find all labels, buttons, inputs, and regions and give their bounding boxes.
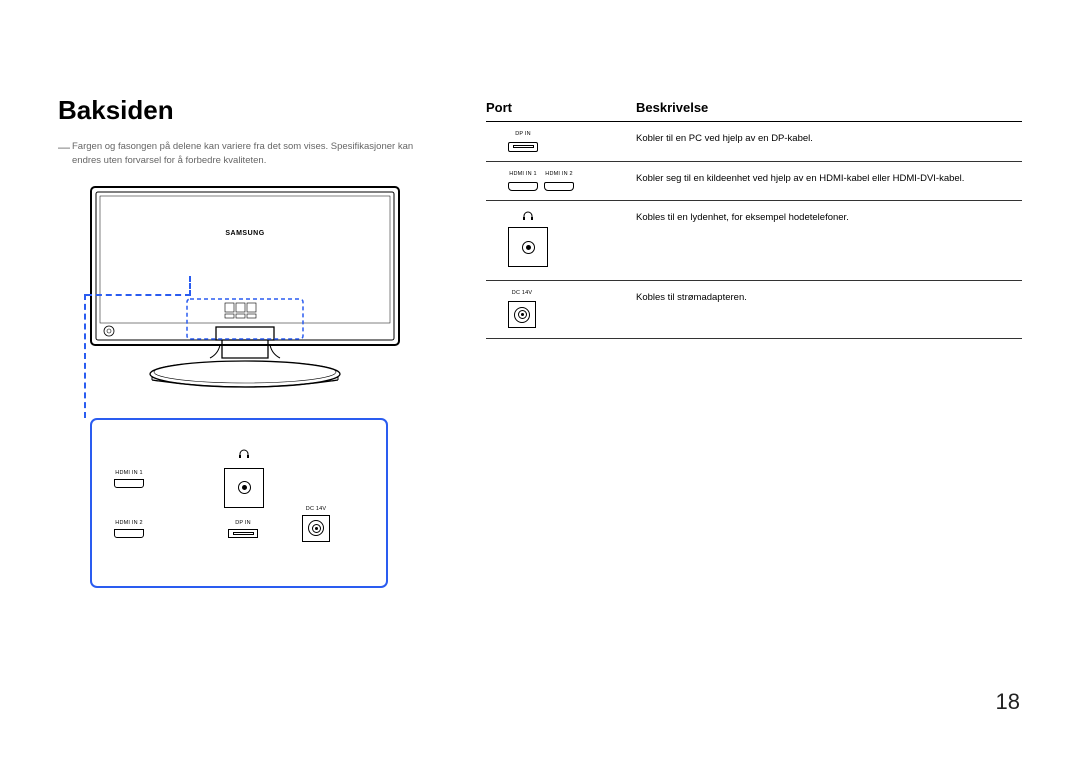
hdmi-in-2-port-icon: HDMI IN 2 <box>544 171 574 191</box>
dc-14v-port-icon: DC 14V <box>508 290 536 328</box>
port-table-header: Port Beskrivelse <box>486 100 1022 122</box>
port-dp-in: DP IN <box>228 520 258 538</box>
port-hdmi-in-1: HDMI IN 1 <box>114 470 144 488</box>
callout-line <box>84 294 86 418</box>
hdmi-in-1-port-icon: HDMI IN 1 <box>508 171 538 191</box>
hdmi-port-icon <box>114 529 144 538</box>
hdmi-in-2-label: HDMI IN 2 <box>114 520 144 526</box>
disclaimer-note: Fargen og fasongen på delene kan variere… <box>58 140 438 168</box>
dc-14v-label-small: DC 14V <box>512 290 532 296</box>
headphone-port-icon <box>508 210 548 267</box>
dc-jack-icon <box>302 515 330 542</box>
table-row: DP IN Kobler til en PC ved hjelp av en D… <box>486 122 1022 162</box>
row-desc: Kobler seg til en kildeenhet ved hjelp a… <box>636 171 1022 185</box>
table-row: DC 14V Kobles til strømadapteren. <box>486 281 1022 339</box>
headphone-icon <box>522 210 534 222</box>
dp-in-port-icon: DP IN <box>508 131 538 152</box>
row-desc: Kobles til en lydenhet, for eksempel hod… <box>636 210 1022 224</box>
hdmi-in-2-label-small: HDMI IN 2 <box>545 171 572 177</box>
dc-14v-label: DC 14V <box>302 506 330 512</box>
headphone-icon <box>238 448 250 460</box>
hdmi-in-1-label-small: HDMI IN 1 <box>509 171 536 177</box>
table-row: HDMI IN 1 HDMI IN 2 Kobler seg til en ki… <box>486 162 1022 201</box>
port-headphone <box>224 448 264 508</box>
row-desc: Kobler til en PC ved hjelp av en DP-kabe… <box>636 131 1022 145</box>
page-number: 18 <box>996 689 1020 715</box>
monitor-rear-illustration: SAMSUNG <box>90 186 400 392</box>
row-desc: Kobles til strømadapteren. <box>636 290 1022 304</box>
port-dc-14v: DC 14V <box>302 506 330 542</box>
left-column: Baksiden Fargen og fasongen på delene ka… <box>58 95 458 588</box>
hdmi-in-1-label: HDMI IN 1 <box>114 470 144 476</box>
headphone-jack-icon <box>224 468 264 508</box>
zoom-panel: HDMI IN 1 HDMI IN 2 <box>90 418 388 588</box>
page-title: Baksiden <box>58 95 458 126</box>
dp-in-label-small: DP IN <box>515 131 531 137</box>
table-row: Kobles til en lydenhet, for eksempel hod… <box>486 201 1022 281</box>
port-table: Port Beskrivelse DP IN Kobler til en PC … <box>486 100 1022 339</box>
dp-port-icon <box>228 529 258 538</box>
header-desc: Beskrivelse <box>636 100 1022 115</box>
diagram-area: SAMSUNG <box>98 186 488 588</box>
hdmi-port-icon <box>114 479 144 488</box>
header-port: Port <box>486 100 636 115</box>
right-column: Port Beskrivelse DP IN Kobler til en PC … <box>486 95 1022 588</box>
port-hdmi-in-2: HDMI IN 2 <box>114 520 144 538</box>
dp-in-label: DP IN <box>228 520 258 526</box>
brand-text: SAMSUNG <box>225 230 264 237</box>
